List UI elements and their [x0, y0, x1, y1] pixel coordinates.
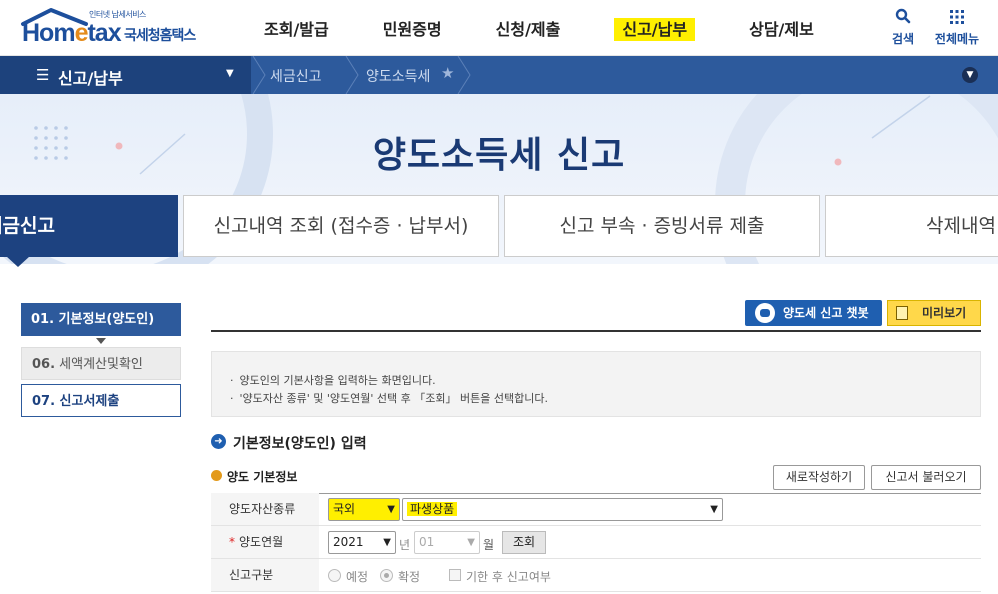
year-unit: 년: [399, 538, 411, 552]
step-arrow-icon: [96, 338, 106, 344]
late-filing-checkbox[interactable]: [449, 569, 461, 581]
section-title: 기본정보(양도인) 입력: [233, 436, 367, 452]
subsection-bullet-icon: [211, 470, 222, 481]
hamburger-icon: ☰: [36, 66, 50, 84]
favorite-star-icon[interactable]: ★: [441, 64, 454, 82]
breadcrumb-separator-icon: [252, 56, 266, 94]
breadcrumb-capital-gains[interactable]: 양도소득세: [366, 66, 430, 86]
logo-korean: 국세청홈택스: [124, 28, 196, 44]
divider: [211, 330, 981, 332]
chatbot-button[interactable]: 양도세 신고 챗봇: [745, 300, 882, 326]
gnb-certificates[interactable]: 민원증명: [369, 0, 456, 56]
subsection-title: 양도 기본정보: [227, 470, 298, 484]
search-icon: [875, 8, 931, 30]
gnb-application[interactable]: 신청/제출: [482, 0, 575, 56]
filing-kind-label: 신고구분: [211, 559, 319, 591]
active-tab-pointer-icon: [6, 256, 30, 267]
document-icon: [896, 306, 908, 320]
info-box: 양도인의 기본사항을 입력하는 화면입니다. '양도자산 종류' 및 '양도연월…: [211, 351, 981, 417]
info-line: 양도인의 기본사항을 입력하는 화면입니다.: [230, 372, 436, 388]
menu-dropdown[interactable]: ☰ 신고/납부 ▼: [0, 56, 251, 94]
load-filing-button[interactable]: 신고서 불러오기: [871, 465, 981, 490]
required-mark-icon: *: [229, 535, 235, 549]
caret-down-icon: ▼: [226, 68, 234, 79]
hometax-logo[interactable]: 인터넷 납세서비스 Hometax 국세청홈택스: [20, 8, 205, 48]
chevron-down-icon: ▼: [710, 504, 718, 515]
late-filing-label: 기한 후 신고여부: [466, 570, 551, 584]
month-unit: 월: [483, 538, 495, 552]
transfer-date-label: * 양도연월: [211, 526, 319, 558]
breadcrumb-separator-icon: [457, 56, 471, 94]
breadcrumb-tax-filing[interactable]: 세금신고: [270, 66, 322, 86]
new-filing-button[interactable]: 새로작성하기: [773, 465, 865, 490]
info-line: '양도자산 종류' 및 '양도연월' 선택 후 「조회」 버튼을 선택합니다.: [230, 390, 548, 406]
month-select[interactable]: 01 ▼: [414, 531, 480, 554]
form-row-date: * 양도연월 2021 ▼ 년 01 ▼ 월 조회: [211, 526, 981, 559]
chevron-down-icon: ▼: [383, 537, 391, 548]
chatbot-icon: [755, 303, 775, 323]
step-tax-calculation[interactable]: 06. 세액계산및확인: [21, 347, 181, 380]
radio-preliminary[interactable]: [328, 569, 341, 582]
all-menu-button[interactable]: 전체메뉴: [929, 8, 985, 47]
grid-icon: [929, 8, 985, 30]
radio-final-label: 확정: [398, 570, 421, 584]
location-bar: ☰ 신고/납부 ▼ 세금신고 양도소득세 ★ ▼: [0, 56, 998, 94]
page-title: 양도소득세 신고: [372, 135, 626, 176]
search-button[interactable]: 검색: [875, 8, 931, 47]
step-basic-info[interactable]: 01. 기본정보(양도인): [21, 303, 181, 336]
gnb-consult[interactable]: 상담/제보: [735, 0, 828, 56]
asset-region-select[interactable]: 국외 ▼: [328, 498, 400, 521]
preview-button[interactable]: 미리보기: [887, 300, 981, 326]
chevron-down-icon: ▼: [467, 537, 475, 548]
radio-final[interactable]: [380, 569, 393, 582]
form-row-kind: 신고구분 예정 확정 기한 후 신고여부: [211, 559, 981, 592]
chevron-down-icon: ▼: [387, 504, 395, 515]
asset-type-select[interactable]: 파생상품 ▼: [402, 498, 723, 521]
tab-filing-history[interactable]: 신고내역 조회 (접수증 · 납부서): [183, 195, 499, 257]
gnb-filing[interactable]: 신고/납부: [600, 0, 709, 56]
asset-type-label: 양도자산종류: [211, 493, 319, 525]
gnb-lookup[interactable]: 조회/발급: [250, 0, 343, 56]
tab-tax-filing[interactable]: 세금신고: [0, 195, 178, 257]
form-row-asset: 양도자산종류 국외 ▼ 파생상품 ▼: [211, 493, 981, 526]
radio-preliminary-label: 예정: [346, 570, 369, 584]
top-header: 인터넷 납세서비스 Hometax 국세청홈택스 조회/발급 민원증명 신청/제…: [0, 0, 998, 56]
step-submit[interactable]: 07. 신고서제출: [21, 384, 181, 417]
tab-attachments[interactable]: 신고 부속 · 증빙서류 제출: [504, 195, 820, 257]
tab-deleted-history[interactable]: 삭제내역: [825, 195, 998, 257]
query-button[interactable]: 조회: [502, 531, 546, 554]
section-arrow-icon: ➜: [211, 434, 226, 449]
breadcrumb-separator-icon: [345, 56, 359, 94]
global-nav: 조회/발급 민원증명 신청/제출 신고/납부 상담/제보: [250, 0, 854, 56]
expand-chevron-icon[interactable]: ▼: [962, 67, 978, 83]
logo-brand: Hometax: [22, 19, 122, 47]
year-select[interactable]: 2021 ▼: [328, 531, 396, 554]
